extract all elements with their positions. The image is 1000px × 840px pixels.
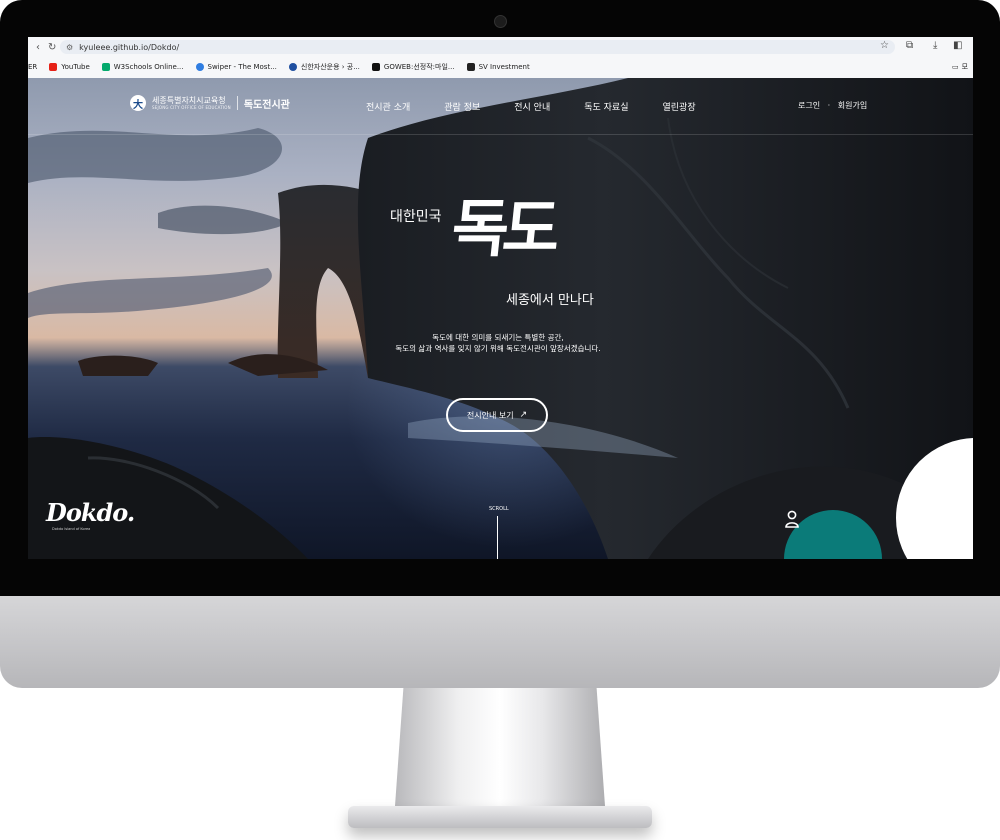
- bookmark-item[interactable]: GOWEB:선정작:마일...: [371, 62, 455, 72]
- swiper-icon: [195, 63, 204, 71]
- main-menu: 전시관 소개 관람 정보 전시 안내 독도 자료실 열린광장: [366, 100, 730, 113]
- cta-label: 전시안내 보기: [466, 410, 514, 420]
- monitor-stand-base: [348, 806, 652, 828]
- monitor-stand-neck: [395, 688, 605, 806]
- bookmark-item[interactable]: Swiper - The Most...: [195, 63, 277, 71]
- sidebar-icon[interactable]: ◧: [953, 40, 962, 51]
- download-icon[interactable]: ⤓: [933, 40, 937, 51]
- site-header: 大 세종특별자치시교육청 SEJONG CITY OFFICE OF EDUCA…: [28, 78, 973, 135]
- youtube-icon: [49, 63, 58, 71]
- menu-item-exhibition[interactable]: 전시 안내: [514, 100, 550, 113]
- folder-icon: ▭: [952, 63, 959, 71]
- org-subtitle: SEJONG CITY OFFICE OF EDUCATION: [152, 105, 231, 110]
- shinhan-icon: [288, 63, 297, 71]
- user-icon-glyph: [785, 510, 799, 528]
- scroll-indicator-line: [497, 516, 498, 559]
- url-text: kyuleee.github.io/Dokdo/: [79, 42, 180, 52]
- hero-description: 독도에 대한 의미를 되새기는 특별한 공간, 독도의 삶과 역사를 잊지 않기…: [28, 332, 968, 354]
- bookmark-item[interactable]: YouTube: [49, 63, 90, 71]
- extension-icon[interactable]: ⧉: [906, 40, 913, 51]
- join-link[interactable]: 회원가입: [838, 101, 867, 110]
- sv-icon: [466, 63, 475, 71]
- logo-divider: [236, 96, 238, 110]
- menu-item-about[interactable]: 전시관 소개: [366, 100, 410, 113]
- site-info-icon[interactable]: ⚙: [66, 43, 73, 52]
- w3schools-icon: [101, 63, 110, 71]
- bookmark-folder[interactable]: ▭ 모: [952, 62, 968, 72]
- scroll-indicator-label: SCROLL: [489, 506, 509, 512]
- org-block: 세종특별자치시교육청 SEJONG CITY OFFICE OF EDUCATI…: [152, 96, 231, 110]
- reload-icon[interactable]: ↻: [48, 42, 56, 53]
- hero-desc-line: 독도의 삶과 역사를 잊지 않기 위해 독도전시관이 앞장서겠습니다.: [395, 344, 601, 353]
- util-links: 로그인 · 회원가입: [798, 100, 867, 111]
- site-logo[interactable]: 大 세종특별자치시교육청 SEJONG CITY OFFICE OF EDUCA…: [130, 95, 290, 111]
- education-office-emblem-icon: 大: [130, 95, 146, 111]
- menu-item-plaza[interactable]: 열린광장: [663, 100, 696, 113]
- hero-section: 大 세종특별자치시교육청 SEJONG CITY OFFICE OF EDUCA…: [28, 78, 973, 559]
- browser-chrome: ‹ ↻ ⚙ kyuleee.github.io/Dokdo/ ☆ ⧉ ⤓ ◧ E…: [28, 37, 973, 78]
- exhibition-guide-button[interactable]: 전시안내 보기 ↗: [446, 398, 548, 432]
- hero-title-small: 대한민국: [390, 209, 442, 225]
- hero-title-sub: 세종에서 만나다: [506, 293, 594, 308]
- monitor-chin: [0, 596, 1000, 688]
- bookmark-item[interactable]: ER: [28, 63, 37, 71]
- menu-item-visit[interactable]: 관람 정보: [444, 100, 480, 113]
- hero-desc-line: 독도에 대한 의미를 되새기는 특별한 공간,: [432, 333, 564, 342]
- menu-item-archive[interactable]: 독도 자료실: [584, 100, 628, 113]
- login-link[interactable]: 로그인: [798, 101, 820, 110]
- back-icon[interactable]: ‹: [36, 42, 40, 53]
- site-name: 독도전시관: [243, 99, 290, 111]
- bookmark-bar: ER YouTube W3Schools Online... Swiper - …: [28, 58, 973, 76]
- dokdo-wordmark: Dokdo.: [46, 498, 135, 527]
- hero-background-art: [28, 78, 973, 559]
- address-bar[interactable]: ⚙ kyuleee.github.io/Dokdo/: [60, 40, 895, 54]
- star-icon[interactable]: ☆: [880, 40, 889, 51]
- hero-title-big: 독도: [448, 192, 558, 265]
- arrow-up-right-icon: ↗: [519, 410, 528, 420]
- util-separator: ·: [827, 101, 831, 110]
- bookmark-item[interactable]: W3Schools Online...: [101, 63, 184, 71]
- bookmark-item[interactable]: 신한자산운용 › 공...: [288, 62, 360, 72]
- screen: ‹ ↻ ⚙ kyuleee.github.io/Dokdo/ ☆ ⧉ ⤓ ◧ E…: [28, 37, 973, 559]
- address-row: ‹ ↻ ⚙ kyuleee.github.io/Dokdo/ ☆ ⧉ ⤓ ◧: [28, 37, 973, 57]
- dokdo-tagline: Dokdo Island of Korea: [52, 527, 91, 531]
- org-name: 세종특별자치시교육청: [152, 96, 226, 105]
- bookmark-item[interactable]: SV Investment: [466, 63, 530, 71]
- goweb-icon: [371, 63, 380, 71]
- camera-dot: [494, 15, 507, 28]
